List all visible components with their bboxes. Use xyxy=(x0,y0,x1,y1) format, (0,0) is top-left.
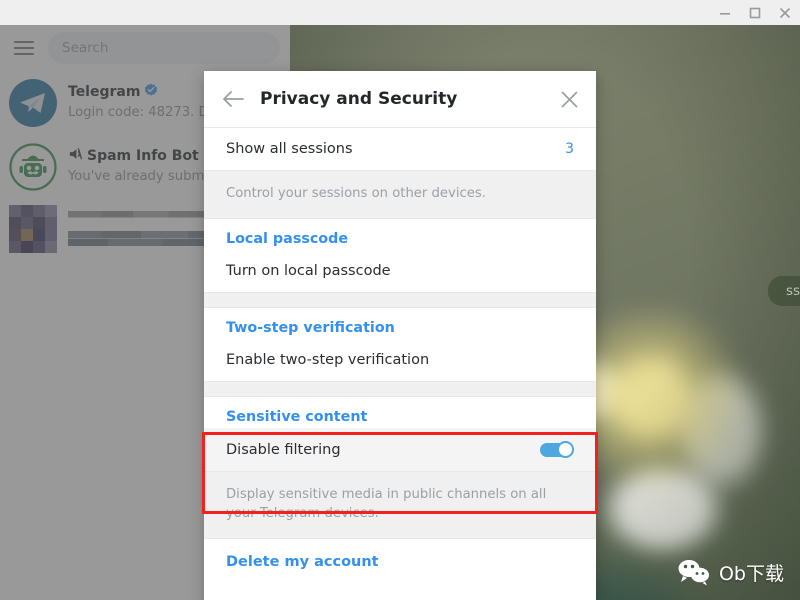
disable-filtering-toggle[interactable] xyxy=(540,441,574,459)
watermark: Ob下载 xyxy=(678,559,784,586)
telegram-desktop-window: ssaging Ob下载 xyxy=(0,0,800,600)
sensitive-content-description-block: Display sensitive media in public channe… xyxy=(204,472,596,539)
page-title: Privacy and Security xyxy=(260,89,458,109)
toggle-knob xyxy=(557,441,574,459)
disable-filtering-row[interactable]: Disable filtering xyxy=(204,428,596,472)
privacy-and-security-dialog: Privacy and Security Show all sessions 3… xyxy=(204,71,596,600)
two-step-verification-section-title[interactable]: Two-step verification xyxy=(204,308,596,340)
sensitive-content-section-title[interactable]: Sensitive content xyxy=(204,397,596,429)
wechat-icon xyxy=(678,559,710,586)
minimize-button[interactable] xyxy=(710,0,740,25)
sessions-count: 3 xyxy=(565,141,574,157)
back-arrow-icon[interactable] xyxy=(220,86,246,112)
dialog-header: Privacy and Security xyxy=(204,71,596,127)
enable-two-step-verification-row[interactable]: Enable two-step verification xyxy=(204,339,596,382)
window-body: ssaging Ob下载 xyxy=(0,25,800,600)
sessions-description: Control your sessions on other devices. xyxy=(226,186,486,201)
section-gap xyxy=(204,382,596,397)
show-all-sessions-row[interactable]: Show all sessions 3 xyxy=(204,128,596,170)
enable-two-step-verification-label: Enable two-step verification xyxy=(226,352,430,369)
maximize-button[interactable] xyxy=(740,0,770,25)
turn-on-local-passcode-row[interactable]: Turn on local passcode xyxy=(204,250,596,293)
close-button[interactable] xyxy=(770,0,800,25)
sensitive-content-description: Display sensitive media in public channe… xyxy=(226,487,547,522)
section-gap xyxy=(204,293,596,308)
turn-on-local-passcode-label: Turn on local passcode xyxy=(226,263,391,280)
show-all-sessions-label: Show all sessions xyxy=(226,141,353,157)
window-title-bar xyxy=(0,0,800,25)
welcome-pill: ssaging xyxy=(768,276,800,306)
delete-my-account-link[interactable]: Delete my account xyxy=(204,539,596,587)
sessions-description-block: Control your sessions on other devices. xyxy=(204,171,596,219)
disable-filtering-label: Disable filtering xyxy=(226,441,341,458)
watermark-text: Ob下载 xyxy=(718,563,784,585)
close-icon[interactable] xyxy=(556,86,582,112)
local-passcode-section-title[interactable]: Local passcode xyxy=(204,219,596,251)
